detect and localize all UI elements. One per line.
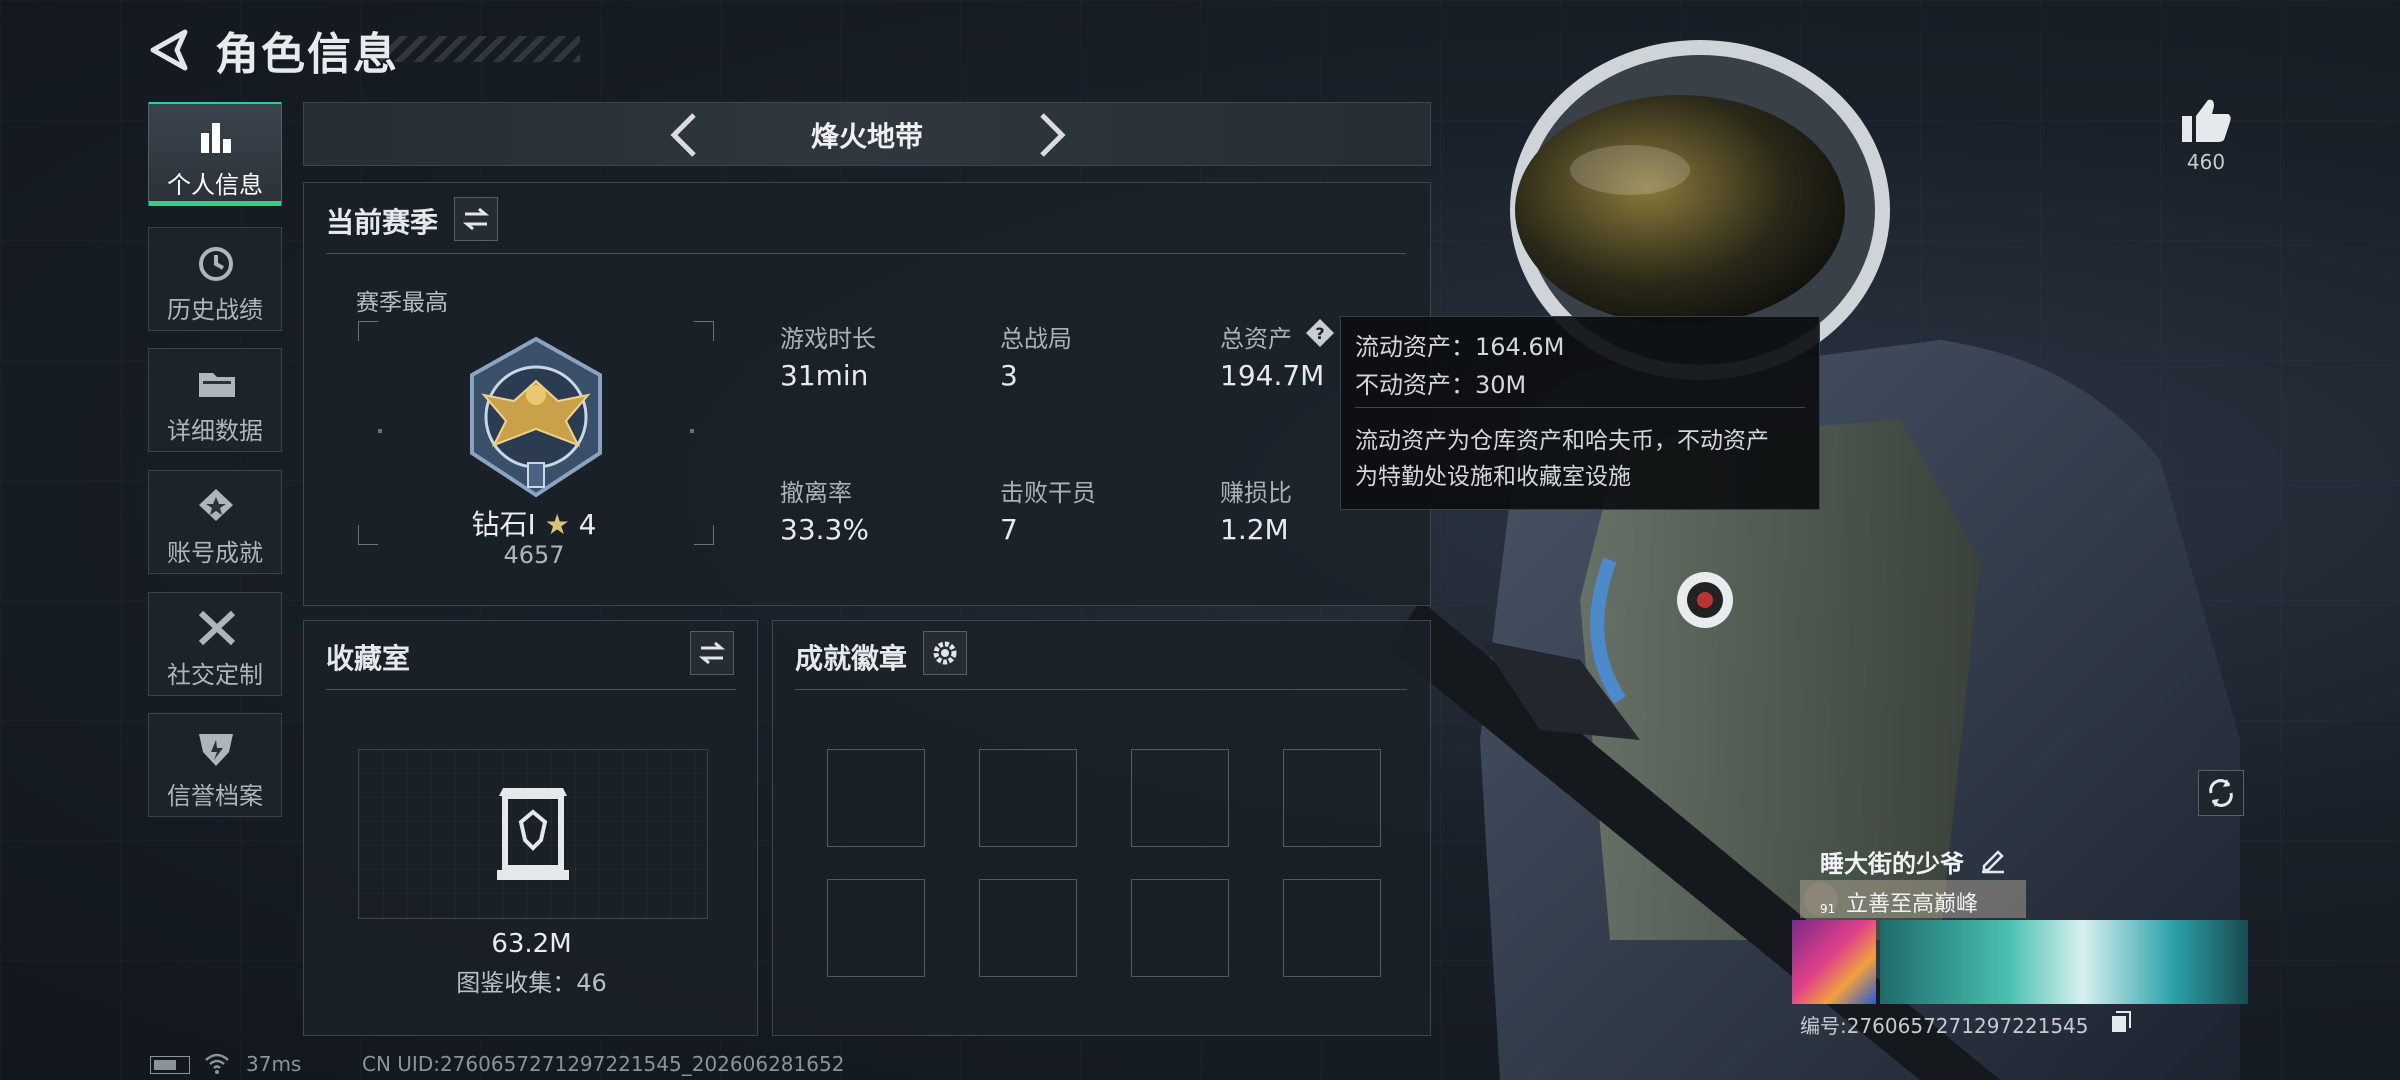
battery-icon xyxy=(150,1056,190,1074)
mode-selector: 烽火地带 xyxy=(303,102,1431,166)
badge-slot[interactable] xyxy=(979,749,1077,847)
stat-value: 7 xyxy=(1000,513,1018,546)
sidebar-item-label: 账号成就 xyxy=(167,539,263,567)
badge-slot[interactable] xyxy=(1283,749,1381,847)
collection-title: 收藏室 xyxy=(326,642,411,675)
gear-icon xyxy=(933,641,957,665)
player-name: 睡大街的少爷 xyxy=(1820,850,1964,878)
badge-slot[interactable] xyxy=(827,749,925,847)
collection-count: 图鉴收集：46 xyxy=(456,969,607,997)
stat-value: 3 xyxy=(1000,359,1018,392)
player-card: 睡大街的少爷 91 立善至高巅峰 编号:2760657271297221545 xyxy=(1792,840,2252,1040)
thumbs-up-icon xyxy=(2182,99,2231,142)
player-motto-tag: 91 立善至高巅峰 xyxy=(1800,880,2026,918)
svg-text:?: ? xyxy=(1315,324,1324,343)
sidebar-item-label: 信誉档案 xyxy=(167,782,263,810)
asset-help-button[interactable]: ? xyxy=(1304,317,1336,349)
display-case-icon xyxy=(497,788,569,880)
stat-value: 33.3% xyxy=(780,513,869,546)
collection-switch-button[interactable] xyxy=(690,631,734,675)
rank-stars: 4 xyxy=(578,508,597,541)
sidebar-item-personal-info[interactable]: 个人信息 xyxy=(148,102,282,206)
ping-text: 37ms xyxy=(246,1052,302,1076)
refresh-icon xyxy=(2209,779,2233,807)
season-switch-button[interactable] xyxy=(454,197,498,241)
swap-icon xyxy=(462,207,490,231)
rank-name-row: 钻石Ⅰ ★ 4 xyxy=(304,503,764,543)
folder-icon xyxy=(199,373,235,397)
back-arrow-icon[interactable] xyxy=(145,26,193,74)
tooltip-fixed-assets: 不动资产：30M xyxy=(1355,371,1527,399)
sidebar-item-social[interactable]: 社交定制 xyxy=(148,592,282,696)
avatar-frame-art xyxy=(1792,920,1876,1004)
sidebar-item-label: 详细数据 xyxy=(167,417,263,445)
stat-label: 总战局 xyxy=(1000,325,1072,353)
badges-settings-button[interactable] xyxy=(923,631,967,675)
asset-tooltip: 流动资产：164.6M 不动资产：30M 流动资产为仓库资产和哈夫币，不动资产 … xyxy=(1340,316,1820,510)
page-title: 角色信息 xyxy=(215,29,399,80)
stat-value: 31min xyxy=(780,359,869,392)
stat-label: 总资产 xyxy=(1220,325,1292,353)
badge-slot[interactable] xyxy=(1283,879,1381,977)
badge-slot[interactable] xyxy=(1131,879,1229,977)
rank-score: 4657 xyxy=(503,541,565,569)
sidebar-item-label: 个人信息 xyxy=(167,171,263,199)
season-panel: 当前赛季 赛季最高 钻石Ⅰ ★ 4 4657 游戏时长 31min 总战局 3 … xyxy=(303,182,1431,606)
wrench-tools-icon xyxy=(198,610,236,646)
collection-display[interactable] xyxy=(358,749,708,919)
player-level: 91 xyxy=(1820,902,1836,916)
edit-pencil-icon[interactable] xyxy=(1978,844,2008,874)
name-card-banner xyxy=(1880,920,2248,1004)
swap-icon xyxy=(698,641,726,665)
bar-chart-icon xyxy=(201,123,231,153)
star-achievement-icon xyxy=(199,489,233,521)
rank-emblem-icon xyxy=(470,336,602,498)
season-title: 当前赛季 xyxy=(326,206,439,239)
player-id: 编号:2760657271297221545 xyxy=(1800,1014,2089,1038)
sidebar-item-label: 历史战绩 xyxy=(167,296,263,324)
stat-label: 撤离率 xyxy=(780,479,852,507)
badge-slot[interactable] xyxy=(1131,749,1229,847)
like-button[interactable]: 460 xyxy=(2176,96,2236,186)
rotate-model-button[interactable] xyxy=(2198,770,2244,816)
like-count: 460 xyxy=(2186,150,2226,174)
rank-star-icon: ★ xyxy=(544,508,570,541)
title-decoration xyxy=(380,36,580,62)
badge-slot[interactable] xyxy=(979,879,1077,977)
rank-name: 钻石Ⅰ xyxy=(471,508,536,541)
divider xyxy=(1355,407,1805,408)
tooltip-description: 流动资产为仓库资产和哈夫币，不动资产 xyxy=(1355,428,1769,454)
sidebar-item-label: 社交定制 xyxy=(167,661,263,689)
stat-value: 1.2M xyxy=(1220,513,1289,546)
sidebar-item-details[interactable]: 详细数据 xyxy=(148,348,282,452)
divider xyxy=(326,689,736,690)
badge-slot[interactable] xyxy=(827,879,925,977)
stat-label: 击败干员 xyxy=(1000,479,1096,507)
history-clock-icon xyxy=(199,247,233,281)
wifi-icon xyxy=(205,1053,229,1074)
badges-panel: 成就徽章 xyxy=(772,620,1431,1036)
badges-title: 成就徽章 xyxy=(795,642,908,675)
divider xyxy=(326,253,1406,254)
copy-icon[interactable] xyxy=(2110,1010,2132,1034)
credit-shield-icon xyxy=(199,734,233,766)
question-mark-icon: ? xyxy=(1306,319,1334,347)
uid-text: CN UID:2760657271297221545_202606281652 xyxy=(362,1052,845,1076)
divider xyxy=(795,689,1407,690)
chevron-right-icon[interactable] xyxy=(1032,109,1072,161)
player-motto: 立善至高巅峰 xyxy=(1846,892,1979,917)
mode-title: 烽火地带 xyxy=(810,120,923,153)
stat-value: 194.7M xyxy=(1220,359,1325,392)
sidebar-item-achievements[interactable]: 账号成就 xyxy=(148,470,282,574)
season-best-label: 赛季最高 xyxy=(356,290,448,316)
stat-label: 游戏时长 xyxy=(780,325,876,353)
tooltip-liquid-assets: 流动资产：164.6M xyxy=(1355,333,1565,361)
collection-panel: 收藏室 63.2M 图鉴收集：46 xyxy=(303,620,758,1036)
sidebar-item-credit[interactable]: 信誉档案 xyxy=(148,713,282,817)
tooltip-description: 为特勤处设施和收藏室设施 xyxy=(1355,464,1631,490)
sidebar-item-history[interactable]: 历史战绩 xyxy=(148,227,282,331)
collection-value: 63.2M xyxy=(491,929,572,959)
stat-label: 赚损比 xyxy=(1220,479,1292,507)
